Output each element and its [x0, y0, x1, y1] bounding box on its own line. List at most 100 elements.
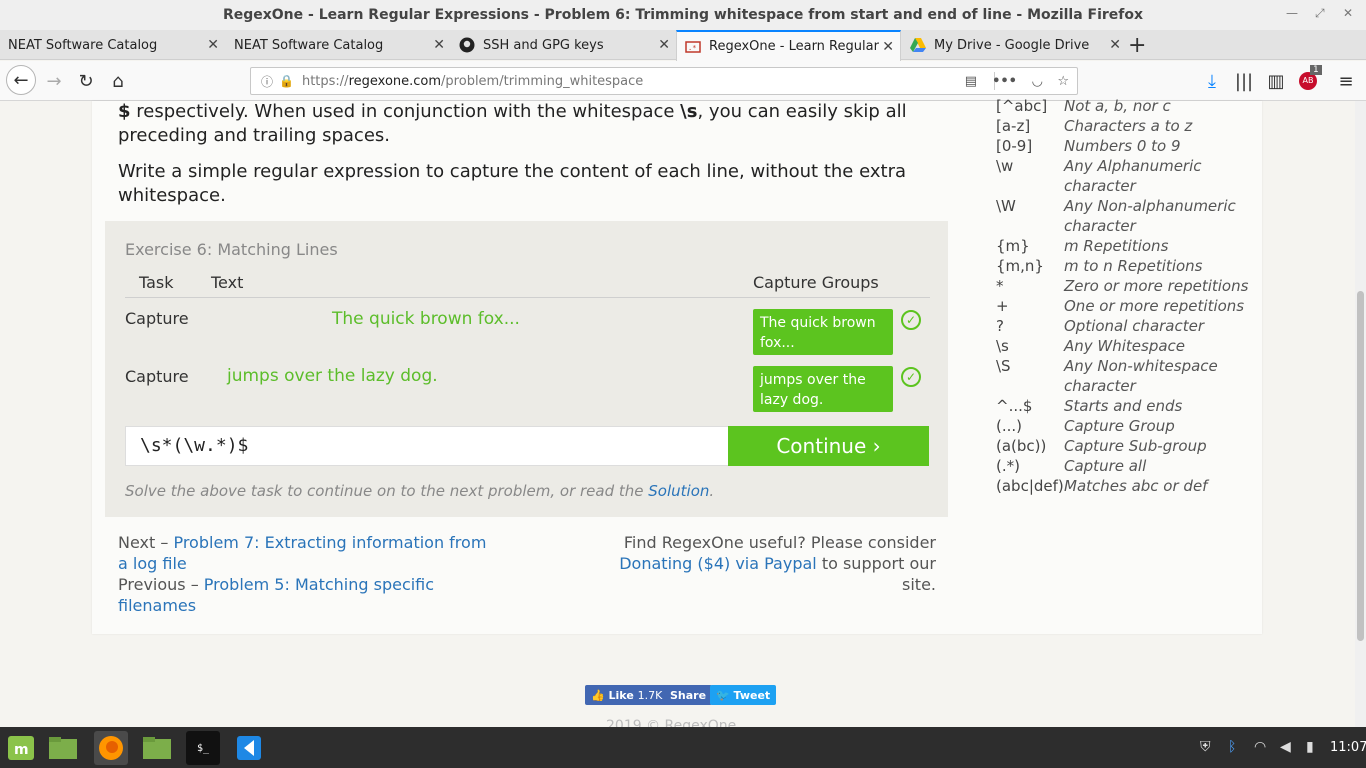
cheat-row: [^abc] Not a, b, nor c: [996, 97, 1171, 115]
lesson-paragraph-2: Write a simple regular expression to cap…: [118, 161, 907, 206]
tab-neat-2[interactable]: NEAT Software Catalog ✕: [226, 30, 451, 60]
new-tab-icon[interactable]: +: [1128, 33, 1146, 58]
cheat-row: {m} m Repetitions: [996, 237, 1169, 255]
column-capture-groups: Capture Groups: [753, 273, 879, 292]
facebook-like-button[interactable]: 👍 Like 1.7K: [585, 685, 669, 705]
exercise-title: Exercise 6: Matching Lines: [125, 240, 338, 259]
tab-close-icon[interactable]: ✕: [658, 37, 670, 53]
bookmark-star-icon[interactable]: ☆: [1057, 74, 1069, 89]
regex-input[interactable]: \s*(\w.*)$: [125, 426, 729, 466]
tab-bar: NEAT Software Catalog ✕ NEAT Software Ca…: [0, 30, 1366, 61]
cheat-row: \S Any Non-whitespace character: [996, 357, 1218, 395]
github-icon: [459, 37, 475, 53]
row-1-capture-group: The quick brown fox...: [753, 309, 893, 355]
pocket-icon[interactable]: ◡: [1032, 74, 1043, 89]
tab-neat-1[interactable]: NEAT Software Catalog ✕: [0, 30, 225, 60]
cheat-row: \w Any Alphanumeric character: [996, 157, 1202, 195]
solution-link[interactable]: Solution: [648, 482, 709, 500]
url-bar[interactable]: ⓘ 🔒 https://regexone.com/problem/trimmin…: [250, 67, 1078, 95]
shield-icon[interactable]: ⛨: [1200, 739, 1211, 755]
lock-icon[interactable]: 🔒: [279, 74, 294, 88]
reload-icon[interactable]: ↻: [72, 67, 100, 95]
check-icon: ✓: [901, 310, 921, 330]
svg-text:.*: .*: [688, 44, 696, 52]
row-2-text: jumps over the lazy dog.: [227, 366, 438, 386]
wifi-icon[interactable]: ◠: [1254, 739, 1266, 755]
google-drive-icon: [910, 37, 926, 53]
continue-button[interactable]: Continue ›: [728, 426, 929, 466]
hint-text: Solve the above task to continue on to t…: [125, 482, 715, 500]
cheat-row: (...) Capture Group: [996, 417, 1175, 435]
tab-ssh-gpg[interactable]: SSH and GPG keys ✕: [451, 30, 676, 60]
close-window-icon[interactable]: ✕: [1343, 6, 1353, 20]
battery-icon[interactable]: ▮: [1306, 739, 1314, 755]
minimize-icon[interactable]: —: [1286, 6, 1298, 20]
tab-label: NEAT Software Catalog: [8, 37, 158, 53]
cheat-row: + One or more repetitions: [996, 297, 1245, 315]
window-title: RegexOne - Learn Regular Expressions - P…: [222, 7, 1144, 23]
info-icon[interactable]: ⓘ: [261, 73, 273, 90]
volume-icon[interactable]: ◀: [1280, 739, 1291, 755]
cheatsheet: [^abc] Not a, b, nor c [a-z] Characters a …: [996, 96, 1256, 496]
library-icon[interactable]: |||: [1230, 67, 1258, 95]
donate-link[interactable]: Donating ($4) via Paypal: [619, 554, 817, 573]
thumbs-up-icon: 👍: [591, 688, 609, 702]
back-button[interactable]: ←: [6, 65, 36, 95]
show-desktop-icon[interactable]: [46, 731, 80, 765]
row-2-task: Capture: [125, 367, 189, 386]
cheat-row: \s Any Whitespace: [996, 337, 1186, 355]
clock[interactable]: 11:07: [1330, 740, 1366, 755]
pagination: Next – Problem 7: Extracting information…: [118, 533, 487, 615]
tab-close-icon[interactable]: ✕: [1109, 37, 1121, 53]
sidebar-icon[interactable]: ▥: [1262, 67, 1290, 95]
page-scrollbar[interactable]: [1355, 101, 1366, 727]
support-text: Find RegexOne useful? Please consider Do…: [619, 533, 936, 594]
addon-badge: 1: [1310, 65, 1322, 75]
row-1-task: Capture: [125, 309, 189, 328]
bluetooth-icon[interactable]: ᛒ: [1228, 739, 1236, 755]
nav-toolbar: ← → ↻ ⌂ ⓘ 🔒 https://regexone.com/problem…: [0, 61, 1366, 101]
row-1-text: The quick brown fox...: [332, 309, 520, 329]
tab-label: NEAT Software Catalog: [234, 37, 384, 53]
downloads-icon[interactable]: ⤓: [1198, 67, 1226, 95]
regexone-icon: .*: [685, 39, 701, 55]
cheat-row: [0-9] Numbers 0 to 9: [996, 137, 1181, 155]
cheat-row: {m,n} m to n Repetitions: [996, 257, 1203, 275]
check-icon: ✓: [901, 367, 921, 387]
cheat-row: (.*) Capture all: [996, 457, 1147, 475]
cheat-row: ? Optional character: [996, 317, 1205, 335]
cheat-row: (a(bc)) Capture Sub-group: [996, 437, 1207, 455]
url-text[interactable]: https://regexone.com/problem/trimming_wh…: [302, 74, 643, 89]
facebook-share-button[interactable]: Share: [664, 685, 713, 705]
firefox-icon[interactable]: [94, 731, 128, 765]
tab-close-icon[interactable]: ✕: [882, 39, 894, 55]
vscode-icon[interactable]: [232, 731, 266, 765]
menu-icon[interactable]: ≡: [1332, 67, 1360, 95]
tweet-button[interactable]: 🐦 Tweet: [710, 685, 777, 705]
home-icon[interactable]: ⌂: [104, 67, 132, 95]
taskbar: m $_ ⛨ ᛒ ◠ ◀ ▮ 11:07: [0, 727, 1366, 768]
terminal-icon[interactable]: $_: [186, 731, 220, 765]
forward-button[interactable]: →: [40, 67, 68, 95]
page-actions-icon[interactable]: •••: [992, 74, 1017, 89]
next-problem-link[interactable]: Problem 7: Extracting information from a…: [118, 533, 486, 573]
tab-label: SSH and GPG keys: [483, 37, 604, 53]
window-titlebar: RegexOne - Learn Regular Expressions - P…: [0, 0, 1366, 30]
adblock-icon[interactable]: AB 1: [1294, 65, 1322, 95]
svg-text:m: m: [14, 742, 29, 758]
lesson-paragraph-1: $ respectively. When used in conjunction…: [118, 101, 907, 146]
row-2-capture-group: jumps over the lazy dog.: [753, 366, 893, 412]
tab-label: My Drive - Google Drive: [934, 37, 1090, 53]
tab-google-drive[interactable]: My Drive - Google Drive ✕: [902, 30, 1127, 60]
reader-view-icon[interactable]: ▤: [965, 74, 977, 89]
mint-menu-icon[interactable]: m: [4, 731, 38, 765]
scroll-thumb[interactable]: [1357, 291, 1364, 641]
tab-regexone[interactable]: .* RegexOne - Learn Regular Ex ✕: [676, 30, 901, 61]
tab-close-icon[interactable]: ✕: [207, 37, 219, 53]
column-text: Text: [211, 273, 244, 292]
tab-close-icon[interactable]: ✕: [433, 37, 445, 53]
files-icon[interactable]: [140, 731, 174, 765]
cheat-row: * Zero or more repetitions: [996, 277, 1249, 295]
restore-icon[interactable]: ⤢: [1315, 6, 1325, 21]
column-task: Task: [139, 273, 174, 292]
